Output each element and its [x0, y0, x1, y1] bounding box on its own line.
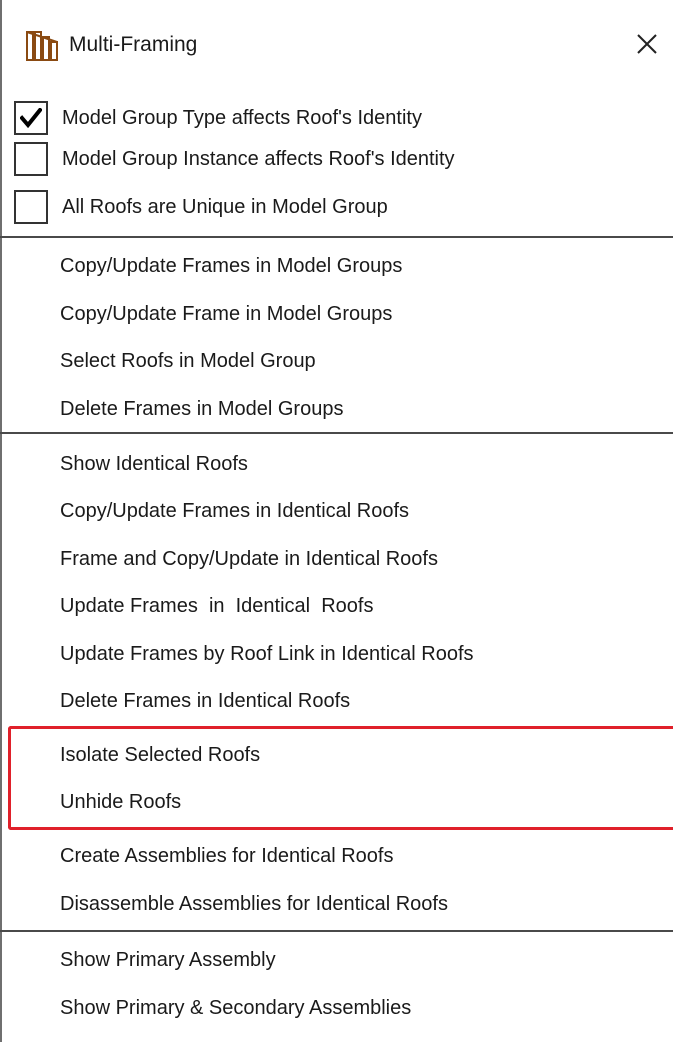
- menu-item-label: Select Roofs in Model Group: [60, 350, 316, 372]
- menu-item-unhide-roofs[interactable]: Unhide Roofs: [0, 778, 673, 826]
- menu-item-label: Update Frames by Roof Link in Identical …: [60, 643, 474, 665]
- menu-item-label: Frame and Copy/Update in Identical Roofs: [60, 548, 438, 570]
- menu-item-select-roofs-model-group[interactable]: Select Roofs in Model Group: [0, 337, 673, 385]
- menu-item-delete-frames-identical-roofs[interactable]: Delete Frames in Identical Roofs: [0, 677, 673, 725]
- checkbox-box[interactable]: [14, 142, 48, 176]
- menu-item-label: Update Frames in Identical Roofs: [60, 595, 374, 617]
- menu-item-label: Create Assemblies for Identical Roofs: [60, 845, 394, 867]
- menu-item-label: Copy/Update Frame in Model Groups: [60, 303, 393, 325]
- menu-item-copy-update-frames-identical-roofs[interactable]: Copy/Update Frames in Identical Roofs: [0, 487, 673, 535]
- menu-item-frame-copy-update-identical-roofs[interactable]: Frame and Copy/Update in Identical Roofs: [0, 535, 673, 583]
- checkbox-box[interactable]: [14, 190, 48, 224]
- menu-item-create-assemblies[interactable]: Create Assemblies for Identical Roofs: [0, 832, 673, 880]
- multi-framing-menu-panel: Multi-Framing Model Group Type affects R…: [0, 0, 673, 1042]
- checkbox-label: Model Group Instance affects Roof's Iden…: [62, 148, 455, 170]
- checkmark-icon: [20, 108, 42, 128]
- menu-item-show-primary-assembly[interactable]: Show Primary Assembly: [0, 936, 673, 984]
- checkbox-all-roofs-unique[interactable]: All Roofs are Unique in Model Group: [14, 190, 664, 228]
- close-icon: [637, 34, 657, 54]
- menu-item-disassemble-assemblies[interactable]: Disassemble Assemblies for Identical Roo…: [0, 880, 673, 928]
- menu-separator: [0, 930, 673, 932]
- menu-item-label: Show Identical Roofs: [60, 453, 248, 475]
- checkbox-box[interactable]: [14, 101, 48, 135]
- menu-item-update-frames-identical-roofs[interactable]: Update Frames in Identical Roofs: [0, 582, 673, 630]
- menu-header: Multi-Framing: [0, 0, 673, 88]
- menu-item-label: Copy/Update Frames in Model Groups: [60, 255, 403, 277]
- menu-item-isolate-selected-roofs[interactable]: Isolate Selected Roofs: [0, 731, 673, 779]
- menu-item-label: Unhide Roofs: [60, 791, 182, 813]
- menu-separator: [0, 432, 673, 434]
- menu-item-delete-frames-model-groups[interactable]: Delete Frames in Model Groups: [0, 385, 673, 433]
- checkbox-model-group-instance[interactable]: Model Group Instance affects Roof's Iden…: [14, 142, 664, 180]
- menu-item-label: Delete Frames in Model Groups: [60, 398, 344, 420]
- menu-item-label: Show Primary & Secondary Assemblies: [60, 997, 412, 1019]
- checkbox-label: All Roofs are Unique in Model Group: [62, 196, 388, 218]
- menu-item-update-frames-roof-link[interactable]: Update Frames by Roof Link in Identical …: [0, 630, 673, 678]
- menu-item-label: Copy/Update Frames in Identical Roofs: [60, 500, 410, 522]
- menu-item-copy-update-frame-model-groups[interactable]: Copy/Update Frame in Model Groups: [0, 290, 673, 338]
- close-button[interactable]: [628, 24, 668, 64]
- menu-item-label: Disassemble Assemblies for Identical Roo…: [60, 893, 448, 915]
- checkbox-label: Model Group Type affects Roof's Identity: [62, 107, 422, 129]
- menu-item-show-identical-roofs[interactable]: Show Identical Roofs: [0, 440, 673, 488]
- menu-title: Multi-Framing: [69, 33, 198, 56]
- menu-item-label: Isolate Selected Roofs: [60, 744, 261, 766]
- multi-framing-icon: [26, 31, 58, 61]
- menu-separator: [0, 236, 673, 238]
- menu-item-show-primary-secondary-assemblies[interactable]: Show Primary & Secondary Assemblies: [0, 984, 673, 1032]
- checkbox-model-group-type[interactable]: Model Group Type affects Roof's Identity: [14, 101, 664, 139]
- menu-item-copy-update-frames-model-groups[interactable]: Copy/Update Frames in Model Groups: [0, 242, 673, 290]
- menu-item-label: Show Primary Assembly: [60, 949, 276, 971]
- menu-item-label: Delete Frames in Identical Roofs: [60, 690, 351, 712]
